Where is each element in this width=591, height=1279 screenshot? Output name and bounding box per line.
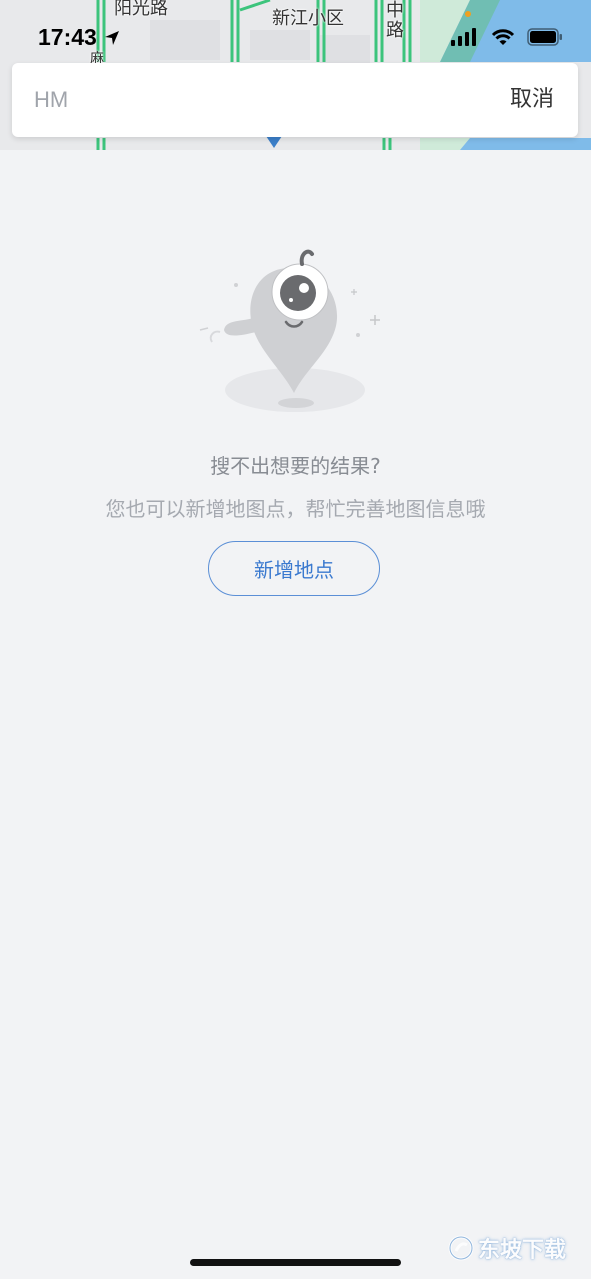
map-road-label-vertical: 中路: [383, 0, 404, 40]
watermark: 东坡下载: [448, 1232, 566, 1264]
cancel-button[interactable]: 取消: [510, 63, 554, 137]
search-input[interactable]: HM: [34, 63, 68, 137]
cellular-signal-icon: [451, 28, 476, 46]
watermark-text: 东坡下载: [478, 1238, 567, 1263]
empty-state-description: 您也可以新增地图点，帮忙完善地图信息哦: [105, 497, 486, 521]
status-time: 17:43: [38, 24, 97, 50]
map-area-label: 新江小区: [272, 8, 344, 29]
wifi-icon: [491, 29, 515, 45]
battery-icon: [527, 28, 562, 46]
map-pin-icon[interactable]: [264, 136, 284, 150]
add-place-button[interactable]: 新增地点: [208, 541, 380, 596]
empty-state-title: 搜不出想要的结果?: [210, 454, 381, 478]
search-bar: HM 取消: [12, 63, 578, 137]
location-arrow-icon: [105, 31, 119, 45]
home-indicator[interactable]: [190, 1259, 401, 1266]
mascot-illustration: [199, 249, 380, 412]
watermark-logo-icon: [448, 1235, 474, 1261]
map-road-label: 阳光路: [114, 0, 168, 19]
